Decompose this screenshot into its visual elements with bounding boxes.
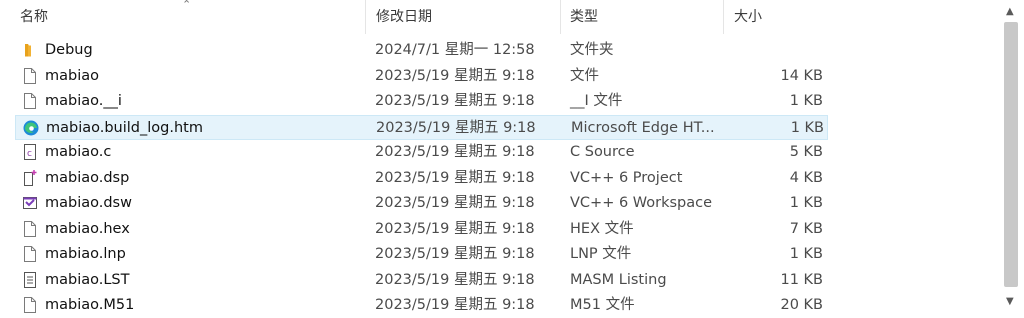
file-icon: [21, 242, 41, 267]
file-type: C Source: [570, 144, 635, 160]
scroll-down-icon[interactable]: ▼: [1006, 296, 1014, 307]
file-name: mabiao.c: [45, 144, 112, 160]
vertical-scrollbar[interactable]: ▲ ▼: [1000, 0, 1024, 311]
file-size: 1 KB: [789, 93, 823, 109]
file-row-mabiao-lst[interactable]: mabiao.LST 2023/5/19 星期五 9:18 MASM Listing…: [15, 268, 828, 293]
file-modified-date: 2023/5/19 星期五 9:18: [375, 169, 535, 186]
file-size: 4 KB: [789, 169, 823, 186]
file-icon: [21, 64, 41, 89]
file-name: mabiao.LST: [45, 271, 130, 288]
file-row-mabiao-m51[interactable]: mabiao.M51 2023/5/19 星期五 9:18 M51 文件 20 KB: [15, 293, 828, 318]
file-row-mabiao[interactable]: mabiao 2023/5/19 星期五 9:18 文件 14 KB: [15, 64, 828, 89]
file-row-mabiao-i[interactable]: mabiao.__i 2023/5/19 星期五 9:18 __I 文件 1 KB: [15, 89, 828, 114]
file-size: 11 KB: [780, 271, 823, 288]
file-icon: [21, 89, 41, 114]
file-row-mabiao-dsp[interactable]: mabiao.dsp 2023/5/19 星期五 9:18 VC++ 6 Proje…: [15, 166, 828, 191]
file-modified-date: 2023/5/19 星期五 9:18: [375, 67, 535, 84]
file-size: 5 KB: [789, 144, 823, 160]
column-header-date[interactable]: 修改日期: [365, 0, 560, 34]
file-type: M51 文件: [570, 297, 635, 313]
file-size: 1 KB: [789, 246, 823, 262]
file-modified-date: 2023/5/19 星期五 9:18: [375, 144, 535, 160]
column-header-date-label: 修改日期: [376, 9, 432, 25]
file-modified-date: 2023/5/19 星期五 9:18: [375, 220, 535, 237]
file-row-debug[interactable]: Debug 2024/7/1 星期一 12:58 文件夹: [15, 38, 828, 63]
file-size: 20 KB: [780, 297, 823, 313]
file-type: Microsoft Edge HT...: [571, 119, 715, 136]
file-icon: [21, 217, 41, 242]
column-header-size[interactable]: 大小: [723, 0, 833, 34]
file-modified-date: 2023/5/19 星期五 9:18: [375, 297, 535, 313]
file-name: mabiao.build_log.htm: [46, 119, 203, 136]
file-type: __I 文件: [570, 93, 623, 109]
file-size: 14 KB: [780, 67, 823, 84]
file-row-mabiao-c[interactable]: c mabiao.c 2023/5/19 星期五 9:18 C Source 5 KB: [15, 140, 828, 165]
file-type: 文件夹: [570, 42, 614, 58]
column-header-type-label: 类型: [570, 9, 598, 25]
file-name: mabiao.dsp: [45, 169, 130, 186]
file-name: mabiao.lnp: [45, 246, 126, 262]
file-name: mabiao: [45, 67, 99, 84]
file-modified-date: 2023/5/19 星期五 9:18: [375, 246, 535, 262]
file-row-mabiao-lnp[interactable]: mabiao.lnp 2023/5/19 星期五 9:18 LNP 文件 1 KB: [15, 242, 828, 267]
c-source-icon: c: [21, 140, 41, 165]
scroll-up-icon[interactable]: ▲: [1006, 6, 1014, 17]
file-modified-date: 2024/7/1 星期一 12:58: [375, 42, 535, 58]
file-row-mabiao-build-log-htm[interactable]: mabiao.build_log.htm 2023/5/19 星期五 9:18 Mi…: [15, 114, 828, 141]
file-row-mabiao-hex[interactable]: mabiao.hex 2023/5/19 星期五 9:18 HEX 文件 7 KB: [15, 217, 828, 242]
file-name: mabiao.hex: [45, 220, 130, 237]
text-document-icon: [21, 268, 41, 293]
file-type: VC++ 6 Project: [570, 169, 683, 186]
project-file-icon: [21, 166, 41, 191]
file-row-mabiao-dsw[interactable]: mabiao.dsw 2023/5/19 星期五 9:18 VC++ 6 Works…: [15, 191, 828, 216]
scrollbar-thumb[interactable]: [1004, 22, 1018, 287]
edge-icon: [22, 116, 42, 141]
file-name: mabiao.__i: [45, 93, 122, 109]
file-name: mabiao.M51: [45, 297, 135, 313]
file-modified-date: 2023/5/19 星期五 9:18: [376, 119, 536, 136]
file-size: 7 KB: [789, 220, 823, 237]
file-type: HEX 文件: [570, 220, 634, 237]
file-name: Debug: [45, 42, 93, 58]
column-header-bar: 名称 ⌃ 修改日期 类型 大小: [0, 0, 1000, 36]
file-size: [715, 38, 823, 63]
file-modified-date: 2023/5/19 星期五 9:18: [375, 93, 535, 109]
file-size: 1 KB: [790, 119, 824, 136]
file-icon: [21, 293, 41, 318]
file-name: mabiao.dsw: [45, 195, 132, 211]
column-header-type[interactable]: 类型: [560, 0, 723, 34]
file-size: 1 KB: [789, 195, 823, 211]
file-type: LNP 文件: [570, 246, 632, 262]
sort-ascending-icon: ⌃: [182, 0, 192, 11]
folder-icon: [21, 38, 41, 63]
file-modified-date: 2023/5/19 星期五 9:18: [375, 195, 535, 211]
svg-text:c: c: [27, 149, 32, 159]
file-type: 文件: [570, 67, 599, 84]
file-modified-date: 2023/5/19 星期五 9:18: [375, 271, 535, 288]
file-type: MASM Listing: [570, 271, 667, 288]
visual-studio-icon: [21, 191, 41, 216]
column-header-name-label: 名称: [20, 9, 48, 25]
column-header-size-label: 大小: [734, 9, 762, 25]
file-type: VC++ 6 Workspace: [570, 195, 713, 211]
